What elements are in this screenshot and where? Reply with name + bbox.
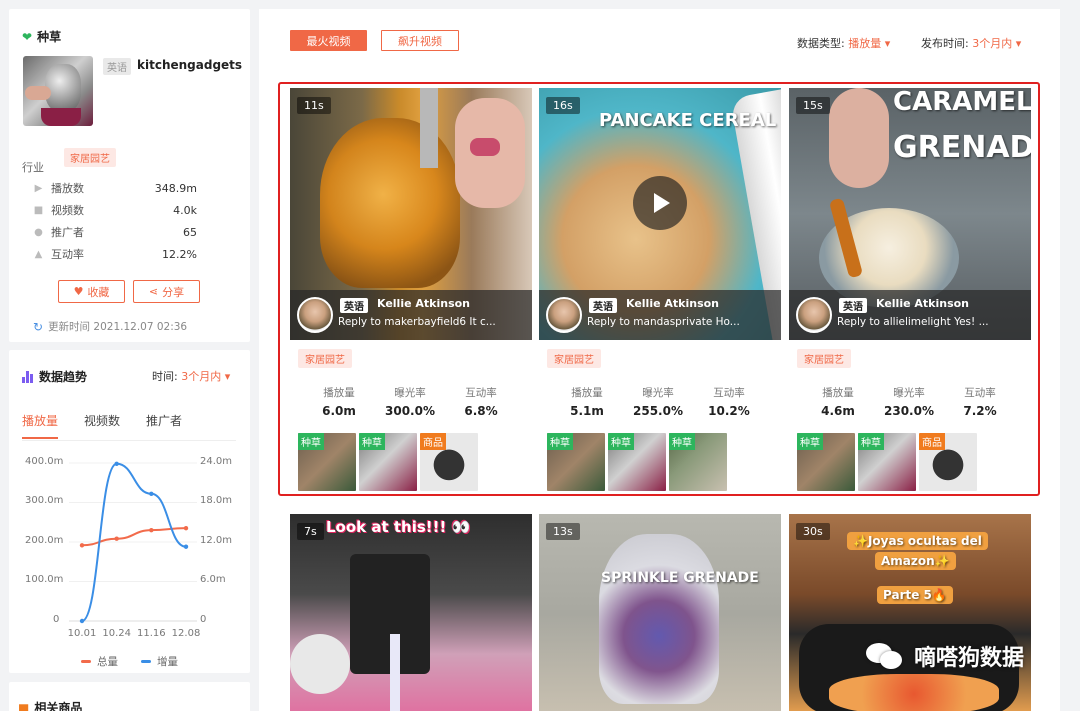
duration-badge: 13s: [546, 523, 580, 540]
series-line-total[interactable]: [81, 527, 187, 547]
main-header: 最火视频 飙升视频 数据类型: 播放量 ▾ 发布时间: 3个月内 ▾: [259, 9, 1060, 71]
video-overlay-text: SPRINKLE GRENADE: [601, 570, 759, 586]
data-type-filter[interactable]: 数据类型: 播放量 ▾: [797, 35, 890, 51]
video-card[interactable]: 13s SPRINKLE GRENADE: [539, 514, 781, 711]
data-point[interactable]: [183, 525, 189, 531]
share-icon: ⋖: [148, 285, 159, 298]
profile-section-title: ❤ 种草: [22, 29, 62, 45]
data-point[interactable]: [149, 527, 154, 533]
data-point[interactable]: [114, 536, 119, 541]
thumb-up-icon: ▲: [34, 248, 43, 260]
heart-icon: ❤: [22, 29, 33, 44]
watermark: 嘀嗒狗数据: [866, 640, 1024, 672]
data-point[interactable]: [149, 491, 154, 497]
stat-row-promoters: ● 推广者 65: [34, 225, 197, 240]
x-tick-label: 11.16: [137, 628, 166, 639]
tab-hottest-videos[interactable]: 最火视频: [290, 30, 367, 51]
stat-row-interaction: ▲ 互动率 12.2%: [34, 247, 197, 262]
bag-icon: ■: [18, 700, 30, 711]
legend-increment-swatch: [141, 660, 151, 663]
promoter-icon: ●: [34, 226, 43, 238]
profile-thumbnail[interactable]: [23, 56, 93, 126]
video-overlay-text: Amazon✨: [875, 552, 956, 570]
wechat-icon: [866, 641, 906, 671]
caret-down-icon: ▾: [1015, 37, 1022, 50]
update-time: ↻ 更新时间 2021.12.07 02:36: [33, 319, 188, 334]
related-products-title: ■ 相关商品: [18, 699, 82, 711]
industry-label: 行业: [22, 161, 44, 174]
trend-panel: 数据趋势 时间: 3个月内 ▾ 播放量 视频数 推广者 400.0m 300.0…: [9, 350, 250, 673]
trend-chart: 10.01 10.24 11.16 12.08: [68, 461, 201, 639]
data-point[interactable]: [114, 461, 119, 466]
play-count-icon: ▶: [34, 182, 43, 194]
username[interactable]: kitchengadgets: [137, 58, 242, 72]
video-count-icon: ■: [33, 204, 44, 216]
x-tick-label: 10.24: [102, 628, 131, 639]
data-point[interactable]: [79, 618, 85, 624]
highlight-box: [278, 82, 1040, 496]
duration-badge: 30s: [796, 523, 830, 540]
data-point[interactable]: [183, 544, 189, 549]
video-overlay-text: ✨Joyas ocultas del: [847, 532, 988, 550]
collect-button[interactable]: ♥ 收藏: [58, 280, 125, 303]
video-card[interactable]: 30s ✨Joyas ocultas del Amazon✨ Parte 5🔥: [789, 514, 1031, 711]
legend-total[interactable]: 总量: [81, 654, 118, 669]
video-card[interactable]: 7s Look at this!!! 👀: [290, 514, 532, 711]
legend-increment[interactable]: 增量: [141, 654, 178, 669]
industry-tag[interactable]: 家居园艺: [64, 148, 116, 167]
caret-down-icon: ▾: [884, 37, 891, 50]
refresh-icon[interactable]: ↻: [33, 320, 43, 334]
x-tick-label: 10.01: [68, 628, 97, 639]
share-button[interactable]: ⋖ 分享: [133, 280, 200, 303]
profile-panel: ❤ 种草 英语 kitchengadgets 行业 家居园艺 ▶ 播放数 348…: [9, 9, 250, 342]
related-products-panel: ■ 相关商品: [9, 682, 250, 711]
publish-time-filter[interactable]: 发布时间: 3个月内 ▾: [921, 35, 1021, 51]
language-tag: 英语: [103, 58, 131, 75]
tab-rising-videos[interactable]: 飙升视频: [381, 30, 459, 51]
legend-total-swatch: [81, 660, 91, 663]
x-tick-label: 12.08: [172, 628, 201, 639]
stat-row-plays: ▶ 播放数 348.9m: [34, 181, 197, 196]
stat-row-videos: ■ 视频数 4.0k: [33, 203, 197, 218]
video-overlay-text: Parte 5🔥: [877, 586, 953, 604]
heart-icon: ♥: [73, 285, 84, 298]
data-point[interactable]: [79, 543, 85, 548]
duration-badge: 7s: [297, 523, 324, 540]
video-overlay-text: Look at this!!! 👀: [326, 518, 471, 536]
